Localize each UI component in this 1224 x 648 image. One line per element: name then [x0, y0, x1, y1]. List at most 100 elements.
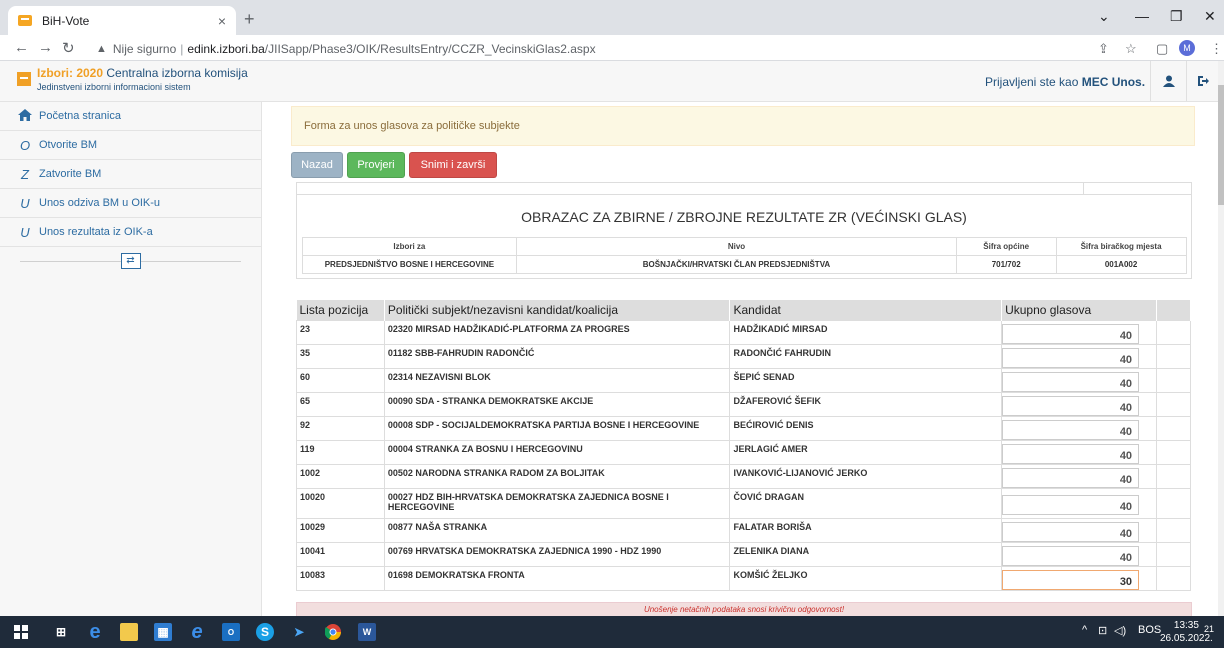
internet-explorer-icon[interactable]: e [188, 621, 206, 643]
sidebar-item-results-entry[interactable]: U Unos rezultata iz OIK-a [0, 218, 261, 247]
windows-start-icon[interactable] [12, 623, 30, 641]
logout-button[interactable] [1186, 61, 1218, 101]
meta-value: 001A002 [1055, 255, 1187, 274]
votes-input[interactable]: 40 [1002, 323, 1140, 344]
votes-input[interactable]: 40 [1002, 467, 1140, 488]
political-subject: 00008 SDP - SOCIJALDEMOKRATSKA PARTIJA B… [383, 415, 731, 441]
votes-input[interactable]: 40 [1002, 443, 1140, 464]
close-window-button[interactable]: ✕ [1204, 8, 1216, 25]
scrollbar-thumb[interactable] [1218, 85, 1224, 205]
side-panel-icon[interactable]: ▢ [1156, 41, 1168, 57]
meta-value: 701/702 [955, 255, 1057, 274]
tab-search-icon[interactable]: ⌄ [1098, 8, 1110, 25]
maximize-button[interactable]: ❐ [1170, 8, 1183, 25]
logged-in-info: Prijavljeni ste kao MEC Unos. [985, 75, 1145, 89]
votes-cell: 40 [1001, 487, 1158, 519]
reload-icon[interactable]: ↻ [62, 39, 75, 57]
user-profile-button[interactable] [1150, 61, 1186, 101]
candidate-name: DŽAFEROVIĆ ŠEFIK [729, 391, 1003, 417]
logged-in-user: MEC Unos. [1081, 75, 1146, 89]
task-view-icon[interactable]: ⊞ [52, 623, 70, 641]
bookmark-star-icon[interactable]: ☆ [1125, 41, 1137, 57]
column-header: Politički subjekt/nezavisni kandidat/koa… [384, 300, 731, 320]
forward-arrow-icon[interactable]: → [38, 39, 53, 56]
table-row: 23 02320 MIRSAD HADŽIKADIĆ-PLATFORMA ZA … [296, 319, 1191, 345]
browser-tab[interactable]: BiH-Vote × [8, 6, 236, 35]
word-icon[interactable]: W [358, 623, 376, 641]
sidebar-item-turnout-entry[interactable]: U Unos odziva BM u OIK-u [0, 189, 261, 218]
election-year: Izbori: 2020 [37, 66, 104, 80]
votes-input[interactable]: 40 [1002, 419, 1140, 440]
warning-triangle-icon[interactable]: ▲ [96, 43, 107, 55]
minimize-button[interactable]: — [1135, 8, 1149, 24]
row-spacer [1156, 367, 1191, 393]
new-tab-button[interactable]: + [244, 9, 255, 30]
candidate-name: FALATAR BORIŠA [729, 517, 1003, 543]
votes-input[interactable]: 40 [1002, 371, 1140, 392]
list-position: 23 [296, 319, 385, 345]
save-finish-button[interactable]: Snimi i završi [409, 152, 497, 178]
check-button[interactable]: Provjeri [347, 152, 405, 178]
share-icon[interactable]: ⇪ [1098, 41, 1109, 57]
page-scrollbar[interactable] [1218, 61, 1224, 616]
table-row: 1002 00502 NARODNA STRANKA RADOM ZA BOLJ… [296, 463, 1191, 489]
back-arrow-icon[interactable]: ← [14, 39, 29, 56]
file-explorer-icon[interactable] [120, 623, 138, 641]
votes-input[interactable]: 40 [1002, 494, 1140, 515]
votes-cell: 40 [1001, 367, 1158, 393]
show-hidden-icons-icon[interactable]: ^ [1082, 624, 1087, 636]
row-spacer [1156, 343, 1191, 369]
sidebar-item-label: Otvorite BM [39, 139, 98, 151]
meta-value: BOŠNJAČKI/HRVATSKI ČLAN PREDSJEDNIŠTVA [516, 255, 957, 274]
sidebar-toggle-icon[interactable]: ⇄ [120, 253, 141, 269]
language-indicator[interactable]: BOS [1138, 624, 1161, 636]
votes-input[interactable]: 40 [1002, 347, 1140, 368]
table-row: 65 00090 SDA - STRANKA DEMOKRATSKE AKCIJ… [296, 391, 1191, 417]
sidebar-item-close-bm[interactable]: Z Zatvorite BM [0, 160, 261, 189]
notification-count[interactable]: 21 [1204, 624, 1214, 634]
letter-u-icon: U [20, 224, 30, 240]
remote-desktop-icon[interactable]: ➤ [290, 623, 308, 641]
sidebar-item-open-bm[interactable]: O Otvorite BM [0, 131, 261, 160]
results-header-row: Lista pozicija Politički subjekt/nezavis… [296, 300, 1191, 320]
table-row: 10041 00769 HRVATSKA DEMOKRATSKA ZAJEDNI… [296, 541, 1191, 567]
candidate-name: HADŽIKADIĆ MIRSAD [729, 319, 1003, 345]
votes-input[interactable]: 40 [1002, 395, 1140, 416]
skype-icon[interactable]: S [256, 623, 274, 641]
candidate-name: RADONČIĆ FAHRUDIN [729, 343, 1003, 369]
browser-menu-icon[interactable]: ⋮ [1210, 41, 1223, 57]
sidebar-collapse-row: ⇄ [0, 247, 261, 275]
row-spacer [1156, 517, 1191, 543]
table-row: 10029 00877 NAŠA STRANKA FALATAR BORIŠA … [296, 517, 1191, 543]
letter-u-icon: U [20, 195, 30, 211]
sidebar-item-label: Unos rezultata iz OIK-a [39, 226, 153, 238]
meta-value-row: PREDSJEDNIŠTVO BOSNE I HERCEGOVINE BOŠNJ… [301, 255, 1187, 274]
tab-close-icon[interactable]: × [218, 13, 226, 29]
url-field[interactable]: ▲ Nije sigurno | edink.izbori.ba /JIISap… [96, 38, 1096, 59]
profile-avatar[interactable]: M [1179, 40, 1195, 56]
store-icon[interactable]: ▦ [154, 623, 172, 641]
network-icon[interactable]: ⊡ [1098, 624, 1107, 637]
edge-icon[interactable]: e [86, 621, 104, 643]
election-meta-table: Izbori za Nivo Šifra općine Šifra biračk… [301, 237, 1187, 274]
votes-cell: 40 [1001, 541, 1158, 567]
url-path: /JIISapp/Phase3/OIK/ResultsEntry/CCZR_Ve… [264, 41, 596, 56]
votes-input-focused[interactable]: 30 [1002, 569, 1140, 590]
sidebar-item-home[interactable]: Početna stranica [0, 102, 261, 131]
votes-input[interactable]: 40 [1002, 521, 1140, 542]
letter-z-icon: Z [21, 166, 29, 182]
table-row: 35 01182 SBB-FAHRUDIN RADONČIĆ RADONČIĆ … [296, 343, 1191, 369]
site-favicon-icon [18, 15, 32, 26]
app-brand[interactable]: Izbori: 2020 Centralna izborna komisija [37, 66, 248, 80]
volume-icon[interactable]: ◁) [1114, 624, 1126, 637]
back-button[interactable]: Nazad [291, 152, 343, 178]
list-position: 10041 [296, 541, 385, 567]
votes-cell: 40 [1001, 439, 1158, 465]
candidate-name: IVANKOVIĆ-LIJANOVIĆ JERKO [729, 463, 1003, 489]
meta-header: Nivo [516, 237, 957, 256]
form-header-box: OBRAZAC ZA ZBIRNE / ZBROJNE REZULTATE ZR… [296, 182, 1192, 279]
chrome-icon[interactable] [324, 623, 342, 641]
votes-input[interactable]: 40 [1002, 545, 1140, 566]
column-header: Lista pozicija [296, 300, 385, 320]
outlook-icon[interactable]: O [222, 623, 240, 641]
